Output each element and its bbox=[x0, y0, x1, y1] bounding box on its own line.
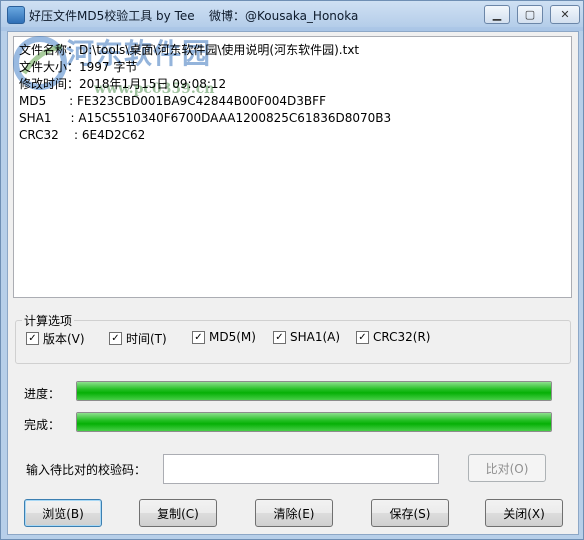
checkmark-icon: ✓ bbox=[26, 332, 39, 345]
window-title-weibo: 微博：@Kousaka_Honoka bbox=[209, 9, 359, 23]
app-window: 好压文件MD5校验工具 by Tee 微博：@Kousaka_Honoka ▁ … bbox=[0, 0, 584, 540]
checkmark-icon: ✓ bbox=[109, 332, 122, 345]
file-size-line: 文件大小：1997 字节 bbox=[19, 60, 138, 74]
time-checkbox[interactable]: ✓ 时间(T) bbox=[109, 330, 167, 347]
md5-checkbox[interactable]: ✓ MD5(M) bbox=[192, 330, 256, 344]
options-groupbox: 计算选项 ✓ 版本(V) ✓ 时间(T) ✓ MD5(M) ✓ SHA1(A) … bbox=[15, 312, 571, 364]
progress-label: 进度： bbox=[24, 387, 61, 401]
client-area: 河东软件园 www.pc0359.cn 文件名称：D:\tools\桌面\河东软… bbox=[7, 31, 579, 535]
browse-button[interactable]: 浏览(B) bbox=[24, 499, 102, 527]
maximize-icon: ▢ bbox=[524, 8, 536, 21]
checksum-input[interactable] bbox=[163, 454, 439, 484]
md5-label: MD5(M) bbox=[209, 330, 256, 344]
complete-label: 完成： bbox=[24, 418, 61, 432]
options-title: 计算选项 bbox=[22, 312, 75, 329]
copy-button[interactable]: 复制(C) bbox=[139, 499, 217, 527]
save-button[interactable]: 保存(S) bbox=[371, 499, 449, 527]
result-textarea[interactable]: 河东软件园 www.pc0359.cn 文件名称：D:\tools\桌面\河东软… bbox=[13, 36, 572, 298]
md5-line: MD5 : FE323CBD001BA9C42844B00F004D3BFF bbox=[19, 94, 326, 108]
clear-button[interactable]: 清除(E) bbox=[255, 499, 333, 527]
progress-bar bbox=[76, 381, 552, 401]
compare-label: 输入待比对的校验码： bbox=[26, 463, 147, 477]
file-name-line: 文件名称：D:\tools\桌面\河东软件园\使用说明(河东软件园).txt bbox=[19, 43, 360, 57]
close-button[interactable]: 关闭(X) bbox=[485, 499, 563, 527]
title-bar[interactable]: 好压文件MD5校验工具 by Tee 微博：@Kousaka_Honoka ▁ … bbox=[1, 1, 583, 27]
app-icon bbox=[7, 6, 25, 24]
complete-fill bbox=[77, 413, 551, 431]
progress-fill bbox=[77, 382, 551, 400]
time-label: 时间(T) bbox=[126, 332, 167, 346]
window-title: 好压文件MD5校验工具 by Tee bbox=[29, 9, 195, 23]
crc32-line: CRC32 : 6E4D2C62 bbox=[19, 128, 146, 142]
maximize-button[interactable]: ▢ bbox=[517, 5, 543, 24]
close-icon: ✕ bbox=[560, 8, 570, 21]
sha1-checkbox[interactable]: ✓ SHA1(A) bbox=[273, 330, 340, 344]
compare-button[interactable]: 比对(O) bbox=[468, 454, 546, 482]
sha1-label: SHA1(A) bbox=[290, 330, 341, 344]
complete-bar bbox=[76, 412, 552, 432]
modified-time-line: 修改时间：2018年1月15日 09:08:12 bbox=[19, 77, 227, 91]
checkmark-icon: ✓ bbox=[192, 330, 205, 344]
sha1-line: SHA1 : A15C5510340F6700DAAA1200825C61836… bbox=[19, 111, 392, 125]
minimize-button[interactable]: ▁ bbox=[484, 5, 510, 24]
close-window-button[interactable]: ✕ bbox=[550, 5, 580, 24]
checkmark-icon: ✓ bbox=[356, 330, 369, 344]
checkmark-icon: ✓ bbox=[273, 330, 286, 344]
minimize-icon: ▁ bbox=[492, 8, 502, 21]
crc32-checkbox[interactable]: ✓ CRC32(R) bbox=[356, 330, 430, 344]
crc32-label: CRC32(R) bbox=[373, 330, 431, 344]
version-label: 版本(V) bbox=[43, 332, 85, 346]
version-checkbox[interactable]: ✓ 版本(V) bbox=[26, 330, 85, 347]
